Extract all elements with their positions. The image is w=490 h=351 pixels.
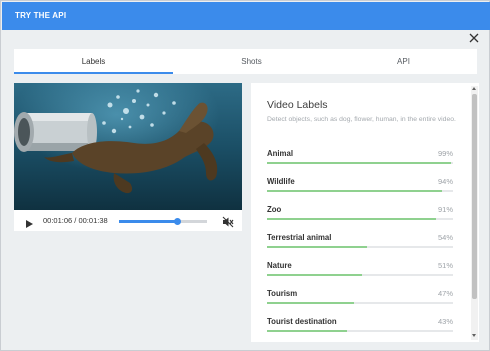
video-player: 00:01:06 / 00:01:38 [14,83,242,231]
confidence-bar-track [267,218,453,220]
label-confidence: 47% [437,289,453,298]
panel-description: Detect objects, such as dog, flower, hum… [267,116,456,123]
confidence-bar-track [267,162,453,164]
video-controls: 00:01:06 / 00:01:38 [14,210,242,231]
label-name: Animal [267,149,293,158]
tab-api[interactable]: API [330,49,477,74]
confidence-bar-fill [267,162,452,164]
label-name: Zoo [267,205,282,214]
active-tab-indicator [14,72,173,74]
video-frame[interactable] [14,83,242,210]
label-row: Terrestrial animal 54% [267,233,453,253]
label-confidence: 91% [437,205,453,214]
video-thumbnail [14,83,242,210]
confidence-bar-track [267,302,453,304]
tab-labels[interactable]: Labels [14,49,173,74]
label-row: Tourism 47% [267,289,453,309]
label-confidence: 54% [437,233,453,242]
label-confidence: 94% [437,177,453,186]
label-confidence: 43% [437,317,453,326]
dialog-title: TRY THE API [15,11,67,20]
panel-title: Video Labels [267,99,328,111]
dialog-frame: TRY THE API Labels Shots API 00:01:06 / … [0,0,490,351]
seek-progress [119,220,178,223]
play-button[interactable] [24,216,34,228]
video-time: 00:01:06 / 00:01:38 [43,216,108,225]
mute-button[interactable] [222,215,234,228]
label-name: Nature [267,261,292,270]
confidence-bar-fill [267,302,355,304]
label-name: Tourist destination [267,317,337,326]
label-confidence: 51% [437,261,453,270]
tab-bar: Labels Shots API [14,49,477,74]
label-row: Animal 99% [267,149,453,169]
tab-shots[interactable]: Shots [173,49,330,74]
label-name: Wildlife [267,177,295,186]
volume-off-icon [222,216,234,228]
confidence-bar-track [267,274,453,276]
label-row: Tourist destination 43% [267,317,453,337]
total-duration: 00:01:38 [78,216,108,225]
confidence-bar-track [267,330,453,332]
confidence-bar-fill [267,218,437,220]
confidence-bar-fill [267,246,368,248]
seek-handle[interactable] [174,218,182,225]
current-time: 00:01:06 [43,216,73,225]
confidence-bar-fill [267,274,362,276]
scroll-up-arrow-icon[interactable] [472,87,476,90]
label-row: Nature 51% [267,261,453,281]
label-name: Tourism [267,289,298,298]
confidence-bar-track [267,246,453,248]
play-icon [26,220,33,228]
confidence-bar-track [267,190,453,192]
label-confidence: 99% [437,149,453,158]
label-name: Terrestrial animal [267,233,332,242]
panel-scrollbar[interactable] [471,86,478,340]
seek-bar[interactable] [119,218,207,225]
close-icon [469,33,479,43]
scroll-down-arrow-icon[interactable] [472,334,476,337]
confidence-bar-fill [267,330,347,332]
video-labels-panel: Video Labels Detect objects, such as dog… [251,83,479,342]
dialog-header: TRY THE API [2,2,490,30]
close-button[interactable] [467,31,481,45]
label-row: Zoo 91% [267,205,453,225]
confidence-bar-fill [267,190,442,192]
scroll-thumb[interactable] [472,94,477,299]
label-row: Wildlife 94% [267,177,453,197]
